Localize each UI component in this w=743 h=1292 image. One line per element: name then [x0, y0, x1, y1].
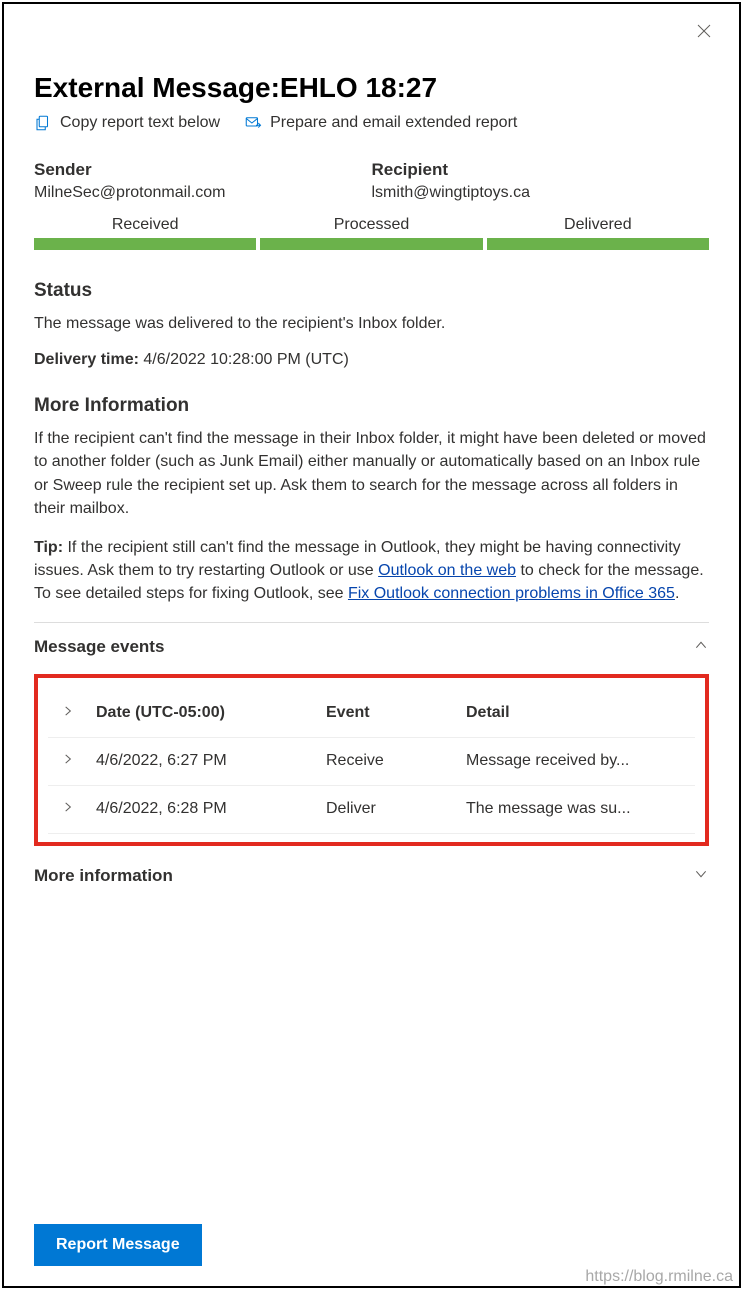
table-row[interactable]: 4/6/2022, 6:27 PM Receive Message receiv… — [48, 737, 695, 785]
events-table: Date (UTC-05:00) Event Detail 4/6/2022, … — [48, 690, 695, 834]
recipient-col: Recipient lsmith@wingtiptoys.ca — [372, 160, 710, 202]
more-information-label: More information — [34, 866, 173, 886]
close-button[interactable] — [695, 22, 719, 46]
column-detail: Detail — [458, 690, 695, 738]
delivery-time-label: Delivery time: — [34, 351, 139, 368]
progress-bar-segment — [487, 238, 709, 250]
progress-delivered-label: Delivered — [487, 216, 709, 234]
message-events-header[interactable]: Message events — [34, 629, 709, 666]
progress-processed-label: Processed — [260, 216, 482, 234]
tip-paragraph: Tip: If the recipient still can't find t… — [34, 536, 709, 606]
copy-report-label: Copy report text below — [60, 114, 220, 132]
events-header-row: Date (UTC-05:00) Event Detail — [48, 690, 695, 738]
column-event: Event — [318, 690, 458, 738]
prepare-email-label: Prepare and email extended report — [270, 114, 517, 132]
status-text: The message was delivered to the recipie… — [34, 312, 709, 335]
chevron-down-icon — [693, 866, 709, 887]
actions-row: Copy report text below Prepare and email… — [34, 114, 709, 132]
event-date: 4/6/2022, 6:27 PM — [88, 737, 318, 785]
event-name: Deliver — [318, 785, 458, 833]
chevron-right-icon — [61, 705, 75, 722]
delivery-progress: Received Processed Delivered — [34, 216, 709, 250]
outlook-web-link[interactable]: Outlook on the web — [378, 562, 516, 579]
copy-report-action[interactable]: Copy report text below — [34, 114, 220, 132]
recipient-label: Recipient — [372, 160, 710, 180]
event-detail: The message was su... — [458, 785, 695, 833]
more-information-accordion[interactable]: More information — [34, 858, 709, 895]
more-info-heading: More Information — [34, 395, 709, 417]
tip-text-end: . — [675, 585, 679, 602]
status-heading: Status — [34, 280, 709, 302]
sender-label: Sender — [34, 160, 372, 180]
progress-bar-segment — [260, 238, 482, 250]
tip-label: Tip: — [34, 539, 63, 556]
watermark: https://blog.rmilne.ca — [585, 1268, 733, 1286]
footer: Report Message — [34, 1204, 709, 1266]
chevron-up-icon — [693, 637, 709, 658]
copy-icon — [34, 114, 52, 132]
more-info-body: If the recipient can't find the message … — [34, 427, 709, 520]
progress-bar-segment — [34, 238, 256, 250]
progress-processed: Processed — [260, 216, 482, 250]
recipient-value: lsmith@wingtiptoys.ca — [372, 184, 710, 202]
sender-recipient-block: Sender MilneSec@protonmail.com Recipient… — [34, 160, 709, 202]
message-trace-panel: External Message:EHLO 18:27 Copy report … — [2, 2, 741, 1288]
event-date: 4/6/2022, 6:28 PM — [88, 785, 318, 833]
mail-send-icon — [244, 114, 262, 132]
fix-outlook-link[interactable]: Fix Outlook connection problems in Offic… — [348, 585, 675, 602]
events-highlight-box: Date (UTC-05:00) Event Detail 4/6/2022, … — [34, 674, 709, 846]
divider — [34, 622, 709, 623]
expand-all-header[interactable] — [48, 690, 88, 738]
report-message-button[interactable]: Report Message — [34, 1224, 202, 1266]
chevron-right-icon — [61, 801, 75, 818]
progress-received: Received — [34, 216, 256, 250]
event-detail: Message received by... — [458, 737, 695, 785]
progress-received-label: Received — [34, 216, 256, 234]
column-date: Date (UTC-05:00) — [88, 690, 318, 738]
progress-delivered: Delivered — [487, 216, 709, 250]
message-events-heading: Message events — [34, 637, 164, 657]
close-icon — [695, 22, 713, 40]
prepare-email-action[interactable]: Prepare and email extended report — [244, 114, 517, 132]
chevron-right-icon — [61, 753, 75, 770]
page-title: External Message:EHLO 18:27 — [34, 72, 709, 104]
event-name: Receive — [318, 737, 458, 785]
expand-row[interactable] — [48, 785, 88, 833]
sender-value: MilneSec@protonmail.com — [34, 184, 372, 202]
sender-col: Sender MilneSec@protonmail.com — [34, 160, 372, 202]
expand-row[interactable] — [48, 737, 88, 785]
delivery-time-value: 4/6/2022 10:28:00 PM (UTC) — [143, 351, 348, 368]
table-row[interactable]: 4/6/2022, 6:28 PM Deliver The message wa… — [48, 785, 695, 833]
delivery-time-line: Delivery time: 4/6/2022 10:28:00 PM (UTC… — [34, 351, 709, 369]
